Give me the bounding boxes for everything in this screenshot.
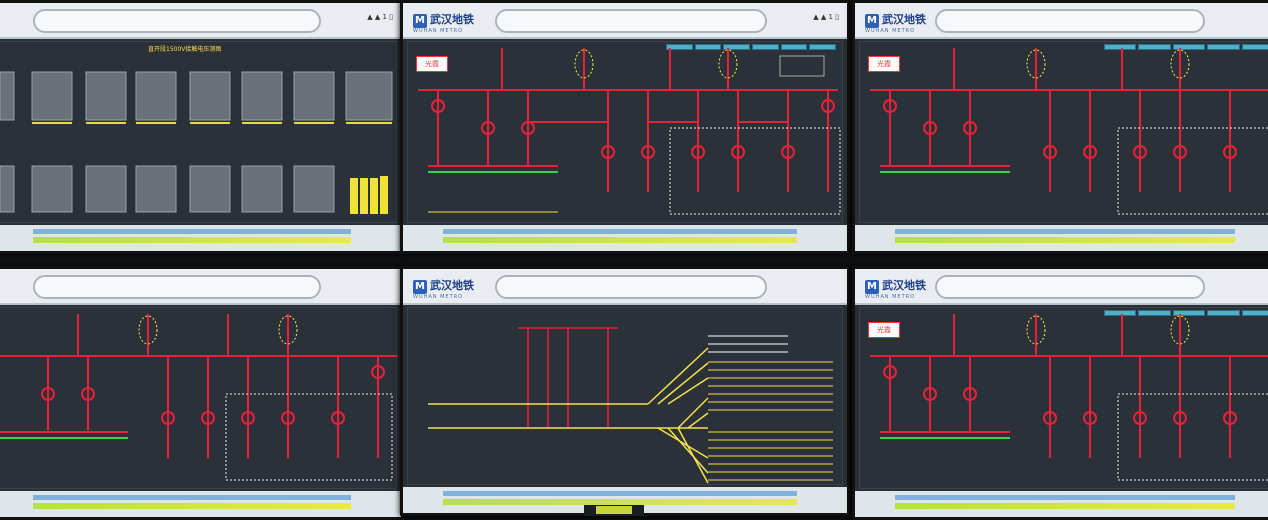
header-icons: ▲ ▲ 1 ▯ bbox=[813, 13, 839, 21]
status-footer bbox=[403, 225, 847, 251]
single-line-diagram bbox=[418, 48, 841, 215]
line-map bbox=[495, 9, 767, 33]
brand-logo: M 武汉地铁 WUHAN METRO bbox=[865, 13, 926, 34]
desk-sign bbox=[584, 505, 644, 516]
screen-header: M 武汉地铁 WUHAN METRO ▲ ▲ 1 ▯ bbox=[403, 3, 847, 39]
status-footer bbox=[0, 225, 401, 251]
brand-logo: M 武汉地铁 WUHAN METRO bbox=[413, 13, 474, 34]
brand-logo: M 武汉地铁 WUHAN METRO bbox=[413, 279, 474, 300]
monitor-top-right: M 武汉地铁 WUHAN METRO 光霞 bbox=[852, 0, 1268, 254]
monitor-bottom-right: M 武汉地铁 WUHAN METRO 光霞 bbox=[852, 266, 1268, 520]
cabinet-grid bbox=[0, 71, 393, 214]
line-map bbox=[33, 9, 321, 33]
status-footer bbox=[0, 491, 401, 517]
single-line-diagram bbox=[870, 314, 1268, 481]
monitor-top-left: ▲ ▲ 1 ▯ 直开段1500V接触电压测图 bbox=[0, 0, 404, 254]
status-footer bbox=[855, 491, 1268, 517]
monitor-bottom-left bbox=[0, 266, 404, 520]
screen: M 武汉地铁 WUHAN METRO bbox=[403, 269, 847, 513]
monitor-bottom-center: M 武汉地铁 WUHAN METRO bbox=[400, 266, 850, 516]
video-wall: ▲ ▲ 1 ▯ 直开段1500V接触电压测图 M 武汉地铁 WUHAN METRO bbox=[0, 0, 1268, 520]
screen-header: M 武汉地铁 WUHAN METRO bbox=[855, 269, 1268, 305]
single-line-diagram bbox=[870, 48, 1268, 215]
diagram-panel bbox=[407, 307, 843, 485]
screen: ▲ ▲ 1 ▯ 直开段1500V接触电压测图 bbox=[0, 3, 401, 251]
status-footer bbox=[855, 225, 1268, 251]
line-map bbox=[935, 9, 1205, 33]
header-icons: ▲ ▲ 1 ▯ bbox=[367, 13, 393, 21]
metro-logo-icon: M bbox=[413, 280, 427, 294]
brand-logo: M 武汉地铁 WUHAN METRO bbox=[865, 279, 926, 300]
diagram-panel bbox=[0, 307, 398, 489]
screen-header bbox=[0, 269, 401, 305]
screen: M 武汉地铁 WUHAN METRO ▲ ▲ 1 ▯ 光霞 bbox=[403, 3, 847, 251]
screen bbox=[0, 269, 401, 517]
metro-logo-icon: M bbox=[413, 14, 427, 28]
diagram-panel: 直开段1500V接触电压测图 bbox=[0, 41, 397, 223]
track-layout-diagram bbox=[428, 327, 833, 484]
diagram-panel: 光霞 bbox=[407, 41, 843, 223]
monitor-top-center: M 武汉地铁 WUHAN METRO ▲ ▲ 1 ▯ 光霞 bbox=[400, 0, 850, 254]
line-map bbox=[935, 275, 1205, 299]
diagram-panel: 光霞 bbox=[859, 307, 1268, 489]
line-map bbox=[495, 275, 767, 299]
screen: M 武汉地铁 WUHAN METRO 光霞 bbox=[855, 3, 1268, 251]
metro-logo-icon: M bbox=[865, 14, 879, 28]
diagram-panel: 光霞 bbox=[859, 41, 1268, 223]
screen: M 武汉地铁 WUHAN METRO 光霞 bbox=[855, 269, 1268, 517]
single-line-diagram bbox=[0, 314, 398, 481]
screen-header: M 武汉地铁 WUHAN METRO bbox=[855, 3, 1268, 39]
metro-logo-icon: M bbox=[865, 280, 879, 294]
screen-header: M 武汉地铁 WUHAN METRO bbox=[403, 269, 847, 305]
line-map bbox=[33, 275, 321, 299]
screen-header: ▲ ▲ 1 ▯ bbox=[0, 3, 401, 39]
